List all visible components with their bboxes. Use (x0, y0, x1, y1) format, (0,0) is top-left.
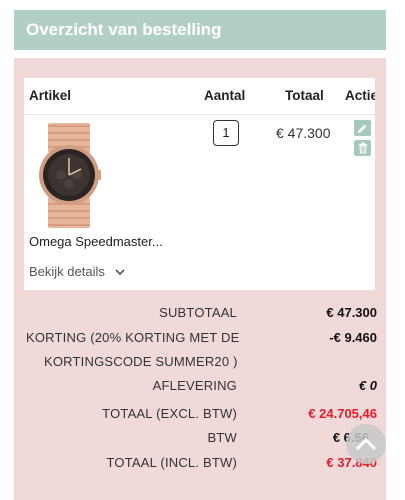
product-name[interactable]: Omega Speedmaster... (29, 234, 163, 249)
order-overview-title: Overzicht van bestelling (26, 20, 222, 39)
column-header-artikel: Artikel (29, 88, 72, 103)
delivery-label: AFLEVERING (152, 378, 237, 393)
subtotal-label: SUBTOTAAL (159, 305, 237, 320)
btw-label: BTW (207, 430, 237, 445)
discount-label-line1: KORTING (20% KORTING MET DE (26, 330, 240, 345)
view-details-label: Bekijk details (29, 264, 105, 279)
order-items-table: Artikel Aantal Totaal Acties Omega Speed… (24, 78, 375, 290)
discount-label-line2: KORTINGSCODE SUMMER20 ) (44, 354, 238, 369)
chevron-up-icon (355, 437, 377, 451)
column-header-acties: Acties (345, 88, 375, 103)
header-divider (24, 114, 375, 115)
delivery-value: € 0 (358, 378, 377, 393)
order-overview-header: Overzicht van bestelling (14, 10, 386, 50)
column-header-totaal: Totaal (285, 88, 324, 103)
edit-button[interactable] (354, 120, 371, 136)
column-header-aantal: Aantal (204, 88, 246, 103)
total-excl-btw-value: € 24.705,46 (308, 406, 377, 421)
trash-icon (358, 142, 367, 154)
pencil-icon (358, 124, 367, 133)
product-image[interactable] (34, 123, 104, 228)
discount-value: -€ 9.460 (329, 330, 377, 345)
delete-button[interactable] (354, 140, 371, 156)
total-incl-btw-label: TOTAAL (INCL. BTW) (106, 455, 237, 470)
scroll-to-top-button[interactable] (346, 424, 386, 464)
chevron-down-icon (114, 269, 125, 276)
view-details-toggle[interactable]: Bekijk details (29, 264, 125, 279)
line-total: € 47.300 (276, 125, 331, 141)
total-excl-btw-label: TOTAAL (EXCL. BTW) (102, 406, 237, 421)
subtotal-value: € 47.300 (326, 305, 377, 320)
quantity-input[interactable]: 1 (213, 120, 239, 146)
